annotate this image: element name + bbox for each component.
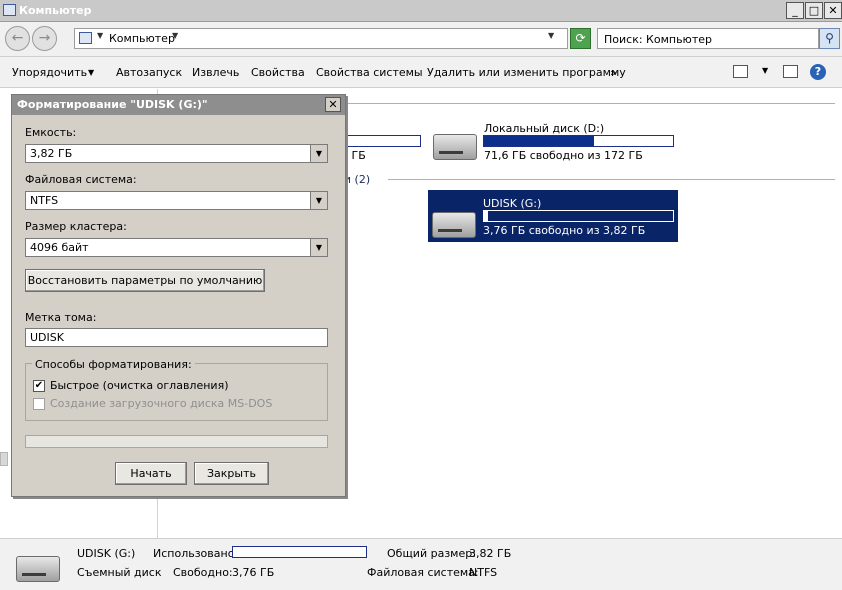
drive-d-free-text: 71,6 ГБ свободно из 172 ГБ [484, 149, 643, 162]
removable-drive-icon [16, 556, 60, 582]
dialog-title: Форматирование "UDISK (G:)" [12, 95, 345, 115]
dialog-close-button[interactable]: ✕ [325, 97, 341, 112]
details-fs-label: Файловая система: [367, 566, 479, 579]
forward-button[interactable]: → [32, 26, 57, 51]
details-used-label: Использовано: [153, 547, 239, 560]
format-options-group [25, 363, 328, 421]
eject-button[interactable]: Извлечь [192, 66, 239, 79]
restore-defaults-button[interactable]: Восстановить параметры по умолчанию [25, 269, 265, 292]
system-properties-button[interactable]: Свойства системы [316, 66, 423, 79]
organize-dropdown-icon[interactable]: ▼ [88, 68, 94, 77]
computer-icon [3, 4, 16, 16]
more-commands-button[interactable]: » [610, 66, 617, 79]
address-history-dropdown-icon[interactable]: ▼ [548, 31, 554, 40]
minimize-button[interactable]: _ [786, 2, 804, 19]
hard-drive-icon [433, 134, 477, 160]
group-divider [388, 179, 835, 180]
quick-format-checkbox[interactable]: ✔ [33, 380, 45, 392]
capacity-value: 3,82 ГБ [30, 147, 73, 160]
drive-g-name: UDISK (G:) [483, 197, 542, 210]
close-button[interactable]: Закрыть [194, 462, 269, 485]
chevron-down-icon[interactable]: ▼ [310, 192, 327, 209]
drive-d-usage-bar [483, 135, 674, 147]
maximize-button[interactable]: □ [805, 2, 823, 19]
volume-label-label: Метка тома: [25, 311, 97, 324]
details-drive-name: UDISK (G:) [77, 547, 136, 560]
details-total-label: Общий размер: [387, 547, 476, 560]
details-usage-bar [232, 546, 367, 558]
chevron-down-icon[interactable]: ▼ [310, 145, 327, 162]
format-dialog: Форматирование "UDISK (G:)" ✕ Емкость: 3… [11, 94, 346, 497]
details-free-label: Свободно: [173, 566, 233, 579]
breadcrumb-arrow-icon[interactable]: ▼ [172, 31, 178, 40]
window-title: Компьютер [19, 4, 92, 17]
drive-g-item[interactable]: UDISK (G:) 3,76 ГБ свободно из 3,82 ГБ [428, 190, 678, 242]
view-options-icon[interactable] [733, 65, 748, 78]
start-button[interactable]: Начать [115, 462, 187, 485]
nav-scrollbar[interactable] [0, 452, 8, 466]
drive-g-free-text: 3,76 ГБ свободно из 3,82 ГБ [483, 224, 646, 237]
explorer-window: Компьютер _ □ ✕ ← → ▼ Компьютер ▼ ▼ ⟳ По… [0, 0, 842, 590]
group-divider [345, 103, 835, 104]
title-bar: Компьютер _ □ ✕ [0, 0, 842, 22]
properties-button[interactable]: Свойства [251, 66, 305, 79]
format-progress-bar [25, 435, 328, 448]
command-toolbar: Упорядочить ▼ Автозапуск Извлечь Свойств… [0, 57, 842, 88]
search-input[interactable]: Поиск: Компьютер [597, 28, 819, 49]
search-icon[interactable]: ⚲ [819, 28, 840, 49]
drive-g-usage-bar [483, 210, 674, 222]
details-fs-value: NTFS [469, 566, 498, 579]
breadcrumb-arrow-icon[interactable]: ▼ [97, 31, 103, 40]
address-field[interactable]: ▼ Компьютер ▼ [74, 28, 568, 49]
filesystem-label: Файловая система: [25, 173, 137, 186]
computer-icon [79, 32, 92, 44]
preview-pane-icon[interactable] [783, 65, 798, 78]
help-icon[interactable]: ? [810, 64, 826, 80]
cluster-size-value: 4096 байт [30, 241, 89, 254]
back-button[interactable]: ← [5, 26, 30, 51]
details-pane: UDISK (G:) Съемный диск Использовано: Св… [0, 538, 842, 590]
close-window-button[interactable]: ✕ [824, 2, 842, 19]
quick-format-label[interactable]: Быстрое (очистка оглавления) [50, 379, 228, 392]
chevron-down-icon[interactable]: ▼ [310, 239, 327, 256]
cluster-size-select[interactable]: 4096 байт ▼ [25, 238, 328, 257]
details-free-value: 3,76 ГБ [232, 566, 275, 579]
capacity-label: Емкость: [25, 126, 77, 139]
details-drive-type: Съемный диск [77, 566, 162, 579]
filesystem-select[interactable]: NTFS ▼ [25, 191, 328, 210]
volume-label-input[interactable]: UDISK [25, 328, 328, 347]
organize-button[interactable]: Упорядочить [12, 66, 87, 79]
uninstall-program-button[interactable]: Удалить или изменить программу [427, 66, 626, 79]
msdos-boot-label[interactable]: Создание загрузочного диска MS-DOS [50, 397, 272, 410]
refresh-icon[interactable]: ⟳ [570, 28, 591, 49]
capacity-select[interactable]: 3,82 ГБ ▼ [25, 144, 328, 163]
drive-d-name: Локальный диск (D:) [484, 122, 605, 135]
msdos-boot-checkbox[interactable] [33, 398, 45, 410]
format-options-legend: Способы форматирования: [32, 358, 195, 371]
autoplay-button[interactable]: Автозапуск [116, 66, 182, 79]
address-path[interactable]: Компьютер [109, 32, 175, 45]
cluster-size-label: Размер кластера: [25, 220, 127, 233]
address-bar: ← → ▼ Компьютер ▼ ▼ ⟳ Поиск: Компьютер ⚲ [0, 22, 842, 57]
details-total-value: 3,82 ГБ [469, 547, 512, 560]
removable-drive-icon [432, 212, 476, 238]
view-dropdown-icon[interactable]: ▼ [762, 66, 768, 75]
filesystem-value: NTFS [30, 194, 59, 207]
